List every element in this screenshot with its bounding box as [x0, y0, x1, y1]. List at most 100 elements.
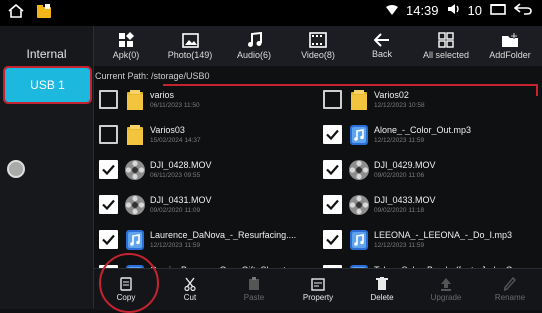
recent-apps-icon[interactable] — [490, 3, 506, 18]
file-item[interactable]: LEEONA_-_LEEONA_-_Do_I.mp3 12/12/2023 11:… — [318, 222, 542, 257]
wifi-icon — [385, 3, 398, 18]
select-all-button[interactable]: All selected — [414, 26, 478, 66]
music-icon — [247, 32, 262, 47]
file-name: DJI_0428.MOV — [150, 160, 212, 170]
delete-label: Delete — [370, 293, 394, 302]
file-name: DJI_0433.MOV — [374, 195, 436, 205]
file-item[interactable]: DJI_0428.MOV 06/11/2023 09:55 — [94, 152, 318, 187]
audio-file-icon — [348, 122, 370, 148]
highlight-circle — [99, 253, 159, 313]
file-meta: Laurence_DaNova_-_Resurfacing.... 12/12/2… — [150, 230, 296, 249]
tab-apk-label: Apk(0) — [112, 50, 140, 60]
file-date: 12/12/2023 11:59 — [374, 242, 425, 249]
file-date: 06/11/2023 11:50 — [150, 102, 200, 109]
file-item[interactable]: Laurence_DaNova_-_Resurfacing.... 12/12/2… — [94, 222, 318, 257]
select-all-label: All selected — [422, 50, 470, 60]
file-grid: varios 06/11/2023 11:50 Varios02 12/12/2023… — [94, 82, 542, 292]
file-item[interactable]: varios 06/11/2023 11:50 — [94, 82, 318, 117]
file-item[interactable]: DJI_0433.MOV 09/02/2020 11:18 — [318, 187, 542, 222]
add-folder-label: AddFolder — [489, 49, 531, 60]
sidebar-item-usb1[interactable]: USB 1 — [3, 66, 92, 104]
file-item[interactable]: Varios03 15/02/2024 14:37 — [94, 117, 318, 152]
file-row: varios 06/11/2023 11:50 Varios02 12/12/2023… — [94, 82, 542, 117]
video-file-icon — [124, 192, 146, 218]
file-name: Varios03 — [150, 125, 185, 135]
upgrade-label: Upgrade — [430, 293, 462, 302]
file-item[interactable]: DJI_0429.MOV 09/02/2020 11:06 — [318, 152, 542, 187]
back-nav-icon[interactable] — [513, 3, 532, 18]
video-file-icon — [348, 192, 370, 218]
tab-photo-label: Photo(149) — [167, 49, 213, 60]
add-folder-button[interactable]: AddFolder — [478, 26, 542, 66]
file-checkbox[interactable] — [323, 160, 342, 179]
cut-label: Cut — [183, 293, 197, 302]
file-meta: Varios02 12/12/2023 10:58 — [374, 90, 425, 109]
file-checkbox[interactable] — [99, 230, 118, 249]
file-date: 15/02/2024 14:37 — [150, 137, 201, 144]
file-checkbox[interactable] — [323, 90, 342, 109]
file-name: Varios02 — [374, 90, 409, 100]
file-date: 06/11/2023 09:55 — [150, 172, 201, 179]
tab-video-label: Video(8) — [301, 50, 335, 60]
arrow-left-icon — [374, 33, 389, 47]
film-icon — [309, 32, 327, 48]
file-meta: varios 06/11/2023 11:50 — [150, 90, 200, 109]
file-checkbox[interactable] — [323, 230, 342, 249]
file-meta: DJI_0429.MOV 09/02/2020 11:06 — [374, 160, 436, 179]
file-checkbox[interactable] — [99, 195, 118, 214]
folder-icon — [124, 87, 146, 113]
file-meta: DJI_0433.MOV 09/02/2020 11:18 — [374, 195, 436, 214]
volume-level: 10 — [467, 3, 482, 18]
tab-photo[interactable]: Photo(149) — [158, 26, 222, 66]
file-meta: Alone_-_Color_Out.mp3 12/12/2023 11:59 — [374, 125, 471, 144]
scissors-icon — [184, 277, 196, 291]
back-button[interactable]: Back — [350, 26, 414, 66]
add-folder-icon — [502, 32, 518, 47]
storage-sidebar: Internal USB 1 — [0, 26, 94, 309]
pencil-icon — [504, 277, 516, 291]
file-checkbox[interactable] — [99, 160, 118, 179]
file-checkbox[interactable] — [323, 195, 342, 214]
select-all-icon — [438, 32, 454, 48]
file-checkbox[interactable] — [323, 125, 342, 144]
file-item[interactable]: Alone_-_Color_Out.mp3 12/12/2023 11:59 — [318, 117, 542, 152]
upload-icon — [441, 278, 451, 291]
category-toolbar: Apk(0) Photo(149) Audio(6) Video(8) Back… — [94, 26, 542, 66]
volume-icon[interactable] — [447, 3, 460, 18]
file-item[interactable]: DJI_0431.MOV 09/02/2020 11:09 — [94, 187, 318, 222]
file-meta: LEEONA_-_LEEONA_-_Do_I.mp3 12/12/2023 11:… — [374, 230, 512, 249]
file-checkbox[interactable] — [99, 90, 118, 109]
file-date: 09/02/2020 11:18 — [374, 207, 425, 214]
folder-icon — [124, 122, 146, 148]
file-item[interactable]: Varios02 12/12/2023 10:58 — [318, 82, 542, 117]
current-path: Current Path: /storage/USB0 — [95, 71, 210, 81]
file-row: Laurence_DaNova_-_Resurfacing.... 12/12/2… — [94, 222, 542, 257]
file-meta: DJI_0428.MOV 06/11/2023 09:55 — [150, 160, 212, 179]
status-bar: 14:39 10 — [0, 0, 542, 26]
property-icon — [311, 278, 325, 291]
upgrade-button[interactable]: Upgrade — [414, 269, 478, 310]
back-button-label: Back — [371, 49, 392, 59]
file-row: DJI_0428.MOV 06/11/2023 09:55 DJI_0429.MOV… — [94, 152, 542, 187]
file-manager-icon — [36, 3, 52, 24]
rename-button[interactable]: Rename — [478, 269, 542, 310]
property-button[interactable]: Property — [286, 269, 350, 310]
clock-time: 14:39 — [405, 3, 439, 18]
tab-audio-label: Audio(6) — [236, 50, 272, 60]
apk-icon — [119, 32, 134, 47]
folder-icon — [348, 87, 370, 113]
file-checkbox[interactable] — [99, 125, 118, 144]
tab-apk[interactable]: Apk(0) — [94, 26, 158, 66]
tab-audio[interactable]: Audio(6) — [222, 26, 286, 66]
delete-button[interactable]: Delete — [350, 269, 414, 310]
tab-video[interactable]: Video(8) — [286, 26, 350, 66]
file-meta: Varios03 15/02/2024 14:37 — [150, 125, 201, 144]
sidebar-toggle-handle[interactable] — [7, 160, 25, 178]
paste-button[interactable]: Paste — [222, 269, 286, 310]
file-row: DJI_0431.MOV 09/02/2020 11:09 DJI_0433.MOV… — [94, 187, 542, 222]
video-file-icon — [348, 157, 370, 183]
file-date: 12/12/2023 10:58 — [374, 102, 425, 109]
audio-file-icon — [348, 227, 370, 253]
cut-button[interactable]: Cut — [158, 269, 222, 310]
home-icon[interactable] — [8, 3, 24, 23]
